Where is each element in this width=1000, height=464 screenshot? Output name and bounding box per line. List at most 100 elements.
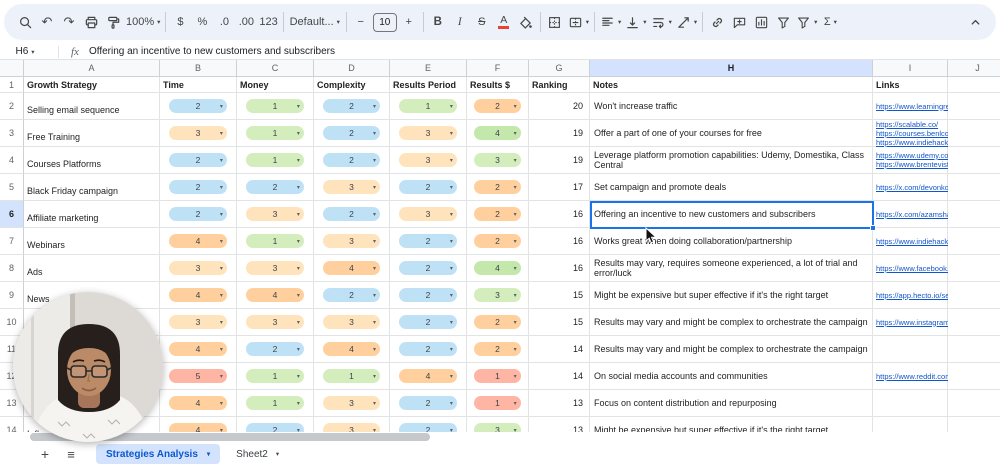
rating-chip-dropdown[interactable]: 3 ▾	[246, 207, 304, 221]
cell-links[interactable]: https://www.instagram.com	[873, 309, 966, 336]
rating-chip-dropdown[interactable]: 5 ▾	[169, 369, 227, 383]
menus-search-button[interactable]	[14, 9, 36, 35]
cell-ranking[interactable]: 16	[529, 201, 590, 228]
filter-views-button[interactable]: ▾	[794, 9, 819, 35]
rating-chip-dropdown[interactable]: 2 ▾	[169, 207, 227, 221]
column-header-A[interactable]: A	[24, 60, 160, 76]
cell-rating[interactable]: 1 ▾	[237, 228, 314, 255]
cell-rating[interactable]: 2 ▾	[390, 417, 467, 432]
fill-color-button[interactable]	[515, 9, 537, 35]
rating-chip-dropdown[interactable]: 2 ▾	[246, 342, 304, 356]
cell-rating[interactable]: 5 ▾	[160, 363, 237, 390]
cell-empty[interactable]	[948, 201, 1000, 228]
cell-links[interactable]: https://www.learningrevolut	[873, 93, 966, 120]
text-rotation-button[interactable]: ▾	[674, 9, 699, 35]
cell-rating[interactable]: 3 ▾	[390, 201, 467, 228]
rating-chip-dropdown[interactable]: 3 ▾	[399, 153, 457, 167]
bold-button[interactable]: B	[427, 9, 449, 35]
rating-chip-dropdown[interactable]: 2 ▾	[399, 315, 457, 329]
cell-rating[interactable]: 3 ▾	[314, 390, 390, 417]
rating-chip-dropdown[interactable]: 1 ▾	[246, 153, 304, 167]
cell-rating[interactable]: 1 ▾	[237, 147, 314, 174]
cell-rating[interactable]: 2 ▾	[314, 93, 390, 120]
cell-rating[interactable]: 2 ▾	[390, 282, 467, 309]
cell-rating[interactable]: 4 ▾	[160, 336, 237, 363]
cell-ranking[interactable]: 19	[529, 120, 590, 147]
header-cell[interactable]: Complexity	[314, 77, 390, 93]
cell-rating[interactable]: 1 ▾	[467, 363, 529, 390]
cell-rating[interactable]: 4 ▾	[390, 363, 467, 390]
cell-rating[interactable]: 2 ▾	[237, 336, 314, 363]
rating-chip-dropdown[interactable]: 2 ▾	[474, 207, 521, 221]
cell-rating[interactable]: 2 ▾	[390, 336, 467, 363]
cell-growth-strategy[interactable]: Affiliate marketing	[24, 201, 160, 228]
rating-chip-dropdown[interactable]: 2 ▾	[474, 99, 521, 113]
column-header-G[interactable]: G	[529, 60, 590, 76]
rating-chip-dropdown[interactable]: 3 ▾	[323, 180, 380, 194]
cell-growth-strategy[interactable]: Selling email sequence	[24, 93, 160, 120]
formula-input[interactable]: Offering an incentive to new customers a…	[89, 46, 335, 57]
rating-chip-dropdown[interactable]: 1 ▾	[246, 369, 304, 383]
rating-chip-dropdown[interactable]: 3 ▾	[323, 423, 380, 432]
row-header-7[interactable]: 7	[0, 228, 24, 255]
rating-chip-dropdown[interactable]: 4 ▾	[169, 342, 227, 356]
cell-growth-strategy[interactable]: Free Training	[24, 120, 160, 147]
column-header-F[interactable]: F	[467, 60, 529, 76]
rating-chip-dropdown[interactable]: 3 ▾	[169, 261, 227, 275]
cell-rating[interactable]: 2 ▾	[390, 228, 467, 255]
format-currency-button[interactable]: $	[169, 9, 191, 35]
rating-chip-dropdown[interactable]: 2 ▾	[169, 153, 227, 167]
cell-links[interactable]: https://www.indiehackers.c	[873, 228, 964, 255]
format-percent-button[interactable]: %	[191, 9, 213, 35]
cell-notes[interactable]: Results may vary, requires someone exper…	[590, 255, 873, 282]
increase-decimal-button[interactable]: .00	[235, 9, 257, 35]
cell-links[interactable]	[873, 336, 948, 363]
rating-chip-dropdown[interactable]: 3 ▾	[246, 261, 304, 275]
header-cell[interactable]: Results Period	[390, 77, 467, 93]
select-all-corner[interactable]	[0, 60, 24, 76]
rating-chip-dropdown[interactable]: 1 ▾	[399, 99, 457, 113]
row-header-3[interactable]: 3	[0, 120, 24, 147]
row-header-5[interactable]: 5	[0, 174, 24, 201]
header-cell[interactable]	[948, 77, 1000, 93]
rating-chip-dropdown[interactable]: 4 ▾	[169, 423, 227, 432]
cell-growth-strategy[interactable]: Black Friday campaign	[24, 174, 160, 201]
cell-rating[interactable]: 2 ▾	[467, 336, 529, 363]
rating-chip-dropdown[interactable]: 2 ▾	[399, 180, 457, 194]
undo-button[interactable]: ↶	[36, 9, 58, 35]
cell-ranking[interactable]: 14	[529, 363, 590, 390]
rating-chip-dropdown[interactable]: 4 ▾	[169, 288, 227, 302]
cell-empty[interactable]	[948, 363, 1000, 390]
cell-empty[interactable]	[948, 147, 1000, 174]
cell-links[interactable]: https://x.com/azamsharp/st	[873, 201, 966, 228]
rating-chip-dropdown[interactable]: 4 ▾	[169, 234, 227, 248]
cell-rating[interactable]: 2 ▾	[160, 93, 237, 120]
cell-growth-strategy[interactable]: Ads	[24, 255, 160, 282]
rating-chip-dropdown[interactable]: 2 ▾	[399, 423, 457, 432]
cell-rating[interactable]: 3 ▾	[160, 255, 237, 282]
cell-rating[interactable]: 4 ▾	[160, 282, 237, 309]
cell-rating[interactable]: 4 ▾	[467, 255, 529, 282]
rating-chip-dropdown[interactable]: 1 ▾	[323, 369, 380, 383]
rating-chip-dropdown[interactable]: 2 ▾	[399, 288, 457, 302]
cell-empty[interactable]	[948, 336, 1000, 363]
cell-notes[interactable]: Might be expensive but super effective i…	[590, 282, 873, 309]
cell-links[interactable]: https://www.reddit.com/r/le	[873, 363, 964, 390]
rating-chip-dropdown[interactable]: 2 ▾	[323, 99, 380, 113]
cell-ranking[interactable]: 16	[529, 255, 590, 282]
rating-chip-dropdown[interactable]: 1 ▾	[246, 126, 304, 140]
create-filter-button[interactable]	[772, 9, 794, 35]
rating-chip-dropdown[interactable]: 1 ▾	[474, 396, 521, 410]
row-header-4[interactable]: 4	[0, 147, 24, 174]
cell-empty[interactable]	[948, 417, 1000, 432]
cell-rating[interactable]: 3 ▾	[390, 147, 467, 174]
cell-empty[interactable]	[948, 390, 1000, 417]
cell-links[interactable]	[873, 390, 948, 417]
rating-chip-dropdown[interactable]: 2 ▾	[246, 180, 304, 194]
cell-rating[interactable]: 4 ▾	[314, 255, 390, 282]
cell-link[interactable]: https://scalable.co/	[876, 120, 938, 129]
add-sheet-button[interactable]: +	[32, 446, 58, 462]
rating-chip-dropdown[interactable]: 2 ▾	[399, 396, 457, 410]
cell-rating[interactable]: 2 ▾	[467, 93, 529, 120]
cell-rating[interactable]: 3 ▾	[390, 120, 467, 147]
